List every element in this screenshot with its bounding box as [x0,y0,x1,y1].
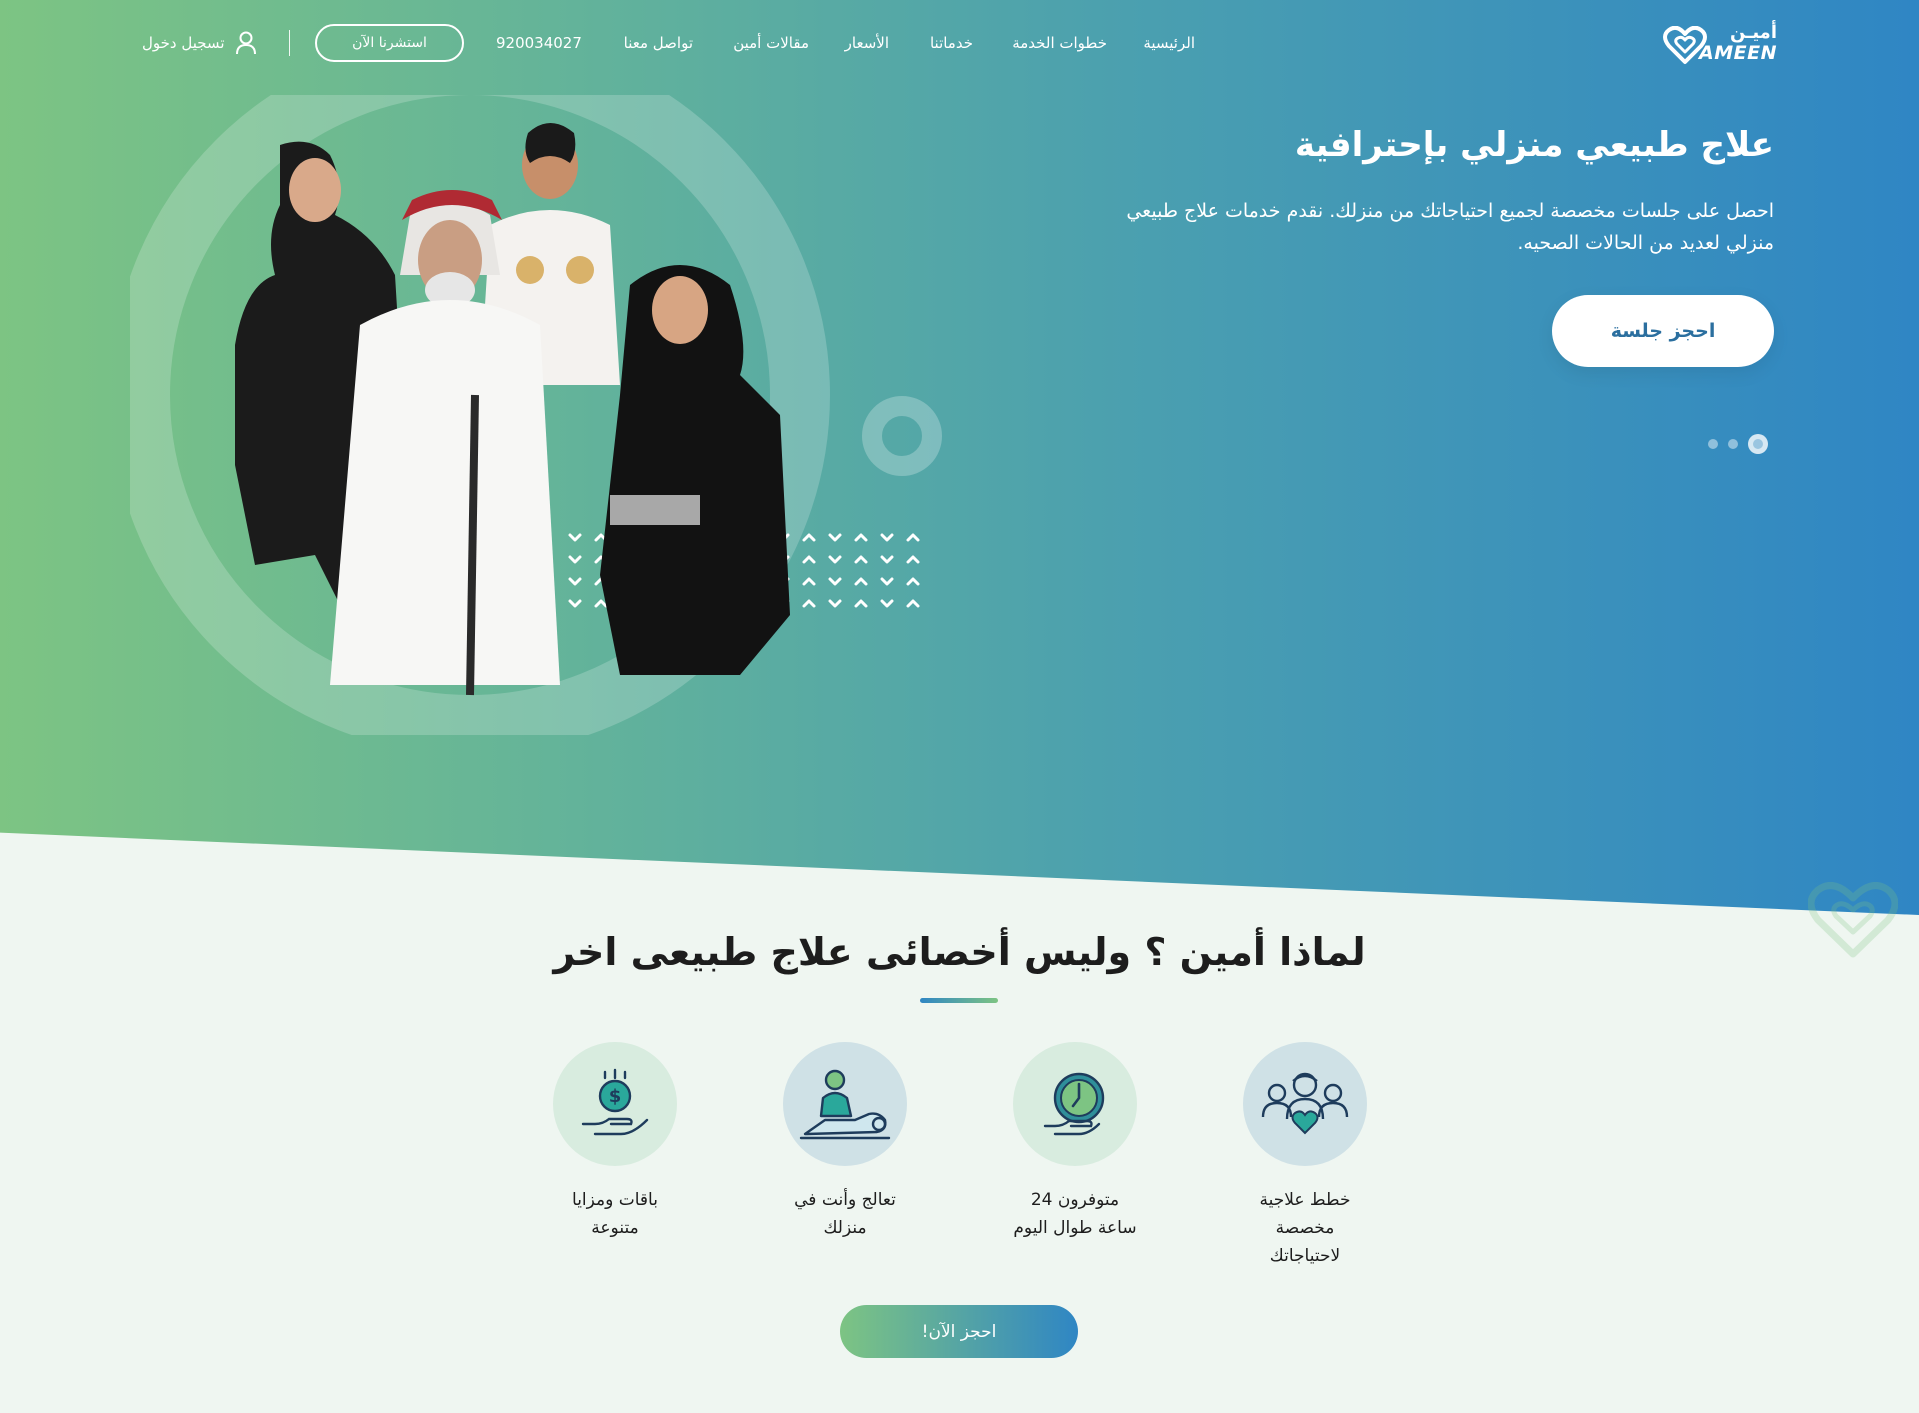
book-session-button[interactable]: احجز جلسة [1552,295,1774,367]
logo-text-arabic: أميـن [1729,22,1777,43]
nav-link-contact[interactable]: تواصل معنا [624,34,693,52]
title-underline [920,998,998,1003]
slider-dots [1708,434,1768,454]
slider-dot-2[interactable] [1728,439,1738,449]
hero-family-image [130,95,942,735]
slider-dot-1[interactable] [1748,434,1768,454]
nav-link-services[interactable]: خدماتنا [930,34,973,52]
hero-description: احصل على جلسات مخصصة لجميع احتياجاتك من … [1126,200,1774,254]
team-heart-icon [1261,1072,1349,1135]
logo-text-english: AMEEN [1699,42,1777,64]
navbar: أميـن AMEEN الرئيسية خطوات الخدمة خدماتن… [0,0,1919,92]
feature-icon-circle [783,1042,907,1166]
ameen-logo[interactable]: أميـن AMEEN [1663,22,1777,64]
therapist-patient-icon [799,1069,891,1140]
feature-icon-circle: $ [553,1042,677,1166]
login-label: تسجيل دخول [142,34,225,52]
nav-link-prices[interactable]: الأسعار [845,34,889,52]
feature-icon-circle [1013,1042,1137,1166]
consult-now-button[interactable]: استشرنا الآن [315,24,464,62]
nav-link-home[interactable]: الرئيسية [1143,34,1195,52]
feature-icon-circle [1243,1042,1367,1166]
nav-divider [289,30,290,56]
nav-link-articles[interactable]: مقالات أمين [733,34,809,52]
feature-custom-plans: خطط علاجية مخصصة لاحتياجاتك [1240,1042,1370,1270]
hero-title: علاج طبيعي منزلي بإحترافية [1294,125,1774,165]
why-section-title: لماذا أمين ؟ وليس أخصائى علاج طبيعى اخر [553,930,1366,974]
feature-packages: $ باقات ومزايا متنوعة [550,1042,680,1242]
feature-home-treatment: تعالج وأنت في منزلك [780,1042,910,1242]
login-link[interactable]: تسجيل دخول [142,30,257,56]
svg-text:$: $ [609,1086,622,1107]
book-now-button[interactable]: احجز الآن! [840,1305,1078,1358]
feature-label: خطط علاجية مخصصة لاحتياجاتك [1259,1190,1351,1266]
feature-label: باقات ومزايا متنوعة [572,1190,658,1238]
phone-number[interactable]: 920034027 [496,34,582,52]
slider-dot-3[interactable] [1708,439,1718,449]
user-icon [235,31,256,55]
money-hand-icon: $ [581,1068,649,1136]
nav-link-service-steps[interactable]: خطوات الخدمة [1012,34,1107,52]
feature-label: متوفرون 24 ساعة طوال اليوم [1013,1190,1137,1238]
feature-label: تعالج وأنت في منزلك [794,1190,896,1238]
clock-hand-icon [1043,1072,1105,1136]
feature-available-24h: متوفرون 24 ساعة طوال اليوم [1010,1042,1140,1242]
